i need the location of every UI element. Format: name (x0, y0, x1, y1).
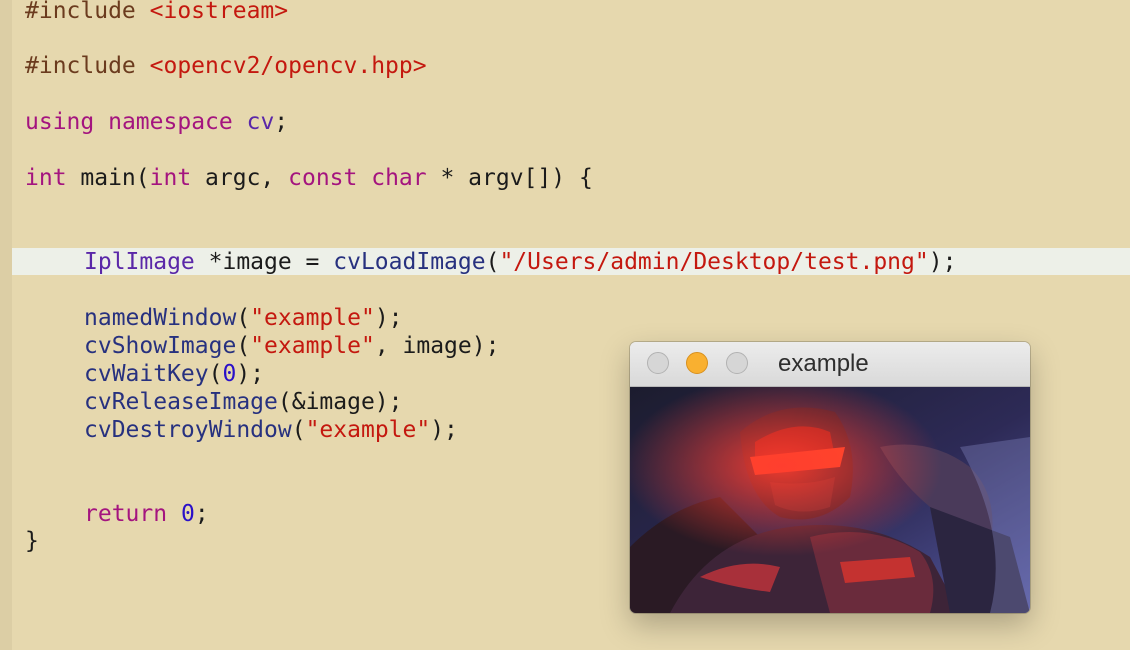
string-literal: "example" (250, 333, 375, 359)
function-name: cvReleaseImage (84, 389, 278, 415)
namespace-name: cv (246, 109, 275, 135)
keyword: return (84, 501, 168, 527)
number-literal: 0 (180, 501, 195, 527)
code-line-3[interactable]: using namespace cv; (25, 108, 288, 136)
zoom-button[interactable] (726, 352, 748, 374)
minimize-button[interactable] (686, 352, 708, 374)
code-text: ); (374, 305, 403, 331)
opencv-window[interactable]: example (630, 342, 1030, 613)
code-text: ); (928, 249, 957, 275)
keyword: const (288, 165, 358, 191)
function-name: cvDestroyWindow (84, 417, 292, 443)
keyword: using (25, 109, 95, 135)
number-literal: 0 (222, 361, 237, 387)
function-name: cvLoadImage (333, 249, 486, 275)
keyword: namespace (108, 109, 233, 135)
function-name: namedWindow (84, 305, 237, 331)
code-text: ); (236, 361, 265, 387)
code-line-10[interactable]: cvDestroyWindow("example"); (84, 416, 458, 444)
preprocessor-directive: #include (25, 0, 136, 24)
include-header: <opencv2/opencv.hpp> (149, 53, 427, 79)
code-text: main( (66, 165, 150, 191)
closing-brace: } (25, 528, 39, 554)
code-text: ; (274, 109, 289, 135)
window-titlebar[interactable]: example (630, 342, 1030, 387)
close-button[interactable] (647, 352, 669, 374)
function-name: cvShowImage (84, 333, 237, 359)
string-literal: "/Users/admin/Desktop/test.png" (499, 249, 929, 275)
code-text: , image); (374, 333, 500, 359)
keyword: char (371, 165, 427, 191)
code-line-7[interactable]: cvShowImage("example", image); (84, 332, 499, 360)
code-text: ( (236, 305, 251, 331)
code-line-8[interactable]: cvWaitKey(0); (84, 360, 264, 388)
code-text: *image = (194, 249, 334, 275)
code-text: ; (194, 501, 209, 527)
string-literal: "example" (305, 417, 431, 443)
code-text: * argv[]) { (426, 165, 593, 191)
code-text: ( (208, 361, 223, 387)
game-character-image (630, 387, 1030, 613)
code-text: ( (236, 333, 251, 359)
keyword: int (149, 165, 192, 191)
preprocessor-directive: #include (25, 53, 136, 79)
code-text: ); (430, 417, 458, 443)
displayed-image (630, 387, 1030, 613)
code-text: argc, (191, 165, 289, 191)
window-title: example (778, 350, 869, 377)
type-name: IplImage (84, 249, 195, 275)
editor-gutter (0, 0, 12, 650)
code-line-5[interactable]: IplImage *image = cvLoadImage("/Users/ad… (84, 248, 956, 276)
code-line-4[interactable]: int main(int argc, const char * argv[]) … (25, 164, 593, 192)
code-text: (&image); (277, 389, 403, 415)
code-text: ( (485, 249, 500, 275)
string-literal: "example" (250, 305, 375, 331)
code-line-6[interactable]: namedWindow("example"); (84, 304, 403, 332)
code-line-1[interactable]: #include <iostream> (25, 0, 288, 25)
include-header: <iostream> (149, 0, 289, 24)
code-line-2[interactable]: #include <opencv2/opencv.hpp> (25, 52, 427, 80)
function-name: cvWaitKey (84, 361, 209, 387)
code-line-9[interactable]: cvReleaseImage(&image); (84, 388, 403, 416)
code-line-12[interactable]: } (25, 527, 39, 555)
keyword: int (25, 165, 67, 191)
code-text: ( (291, 417, 306, 443)
code-line-11[interactable]: return 0; (84, 500, 209, 528)
